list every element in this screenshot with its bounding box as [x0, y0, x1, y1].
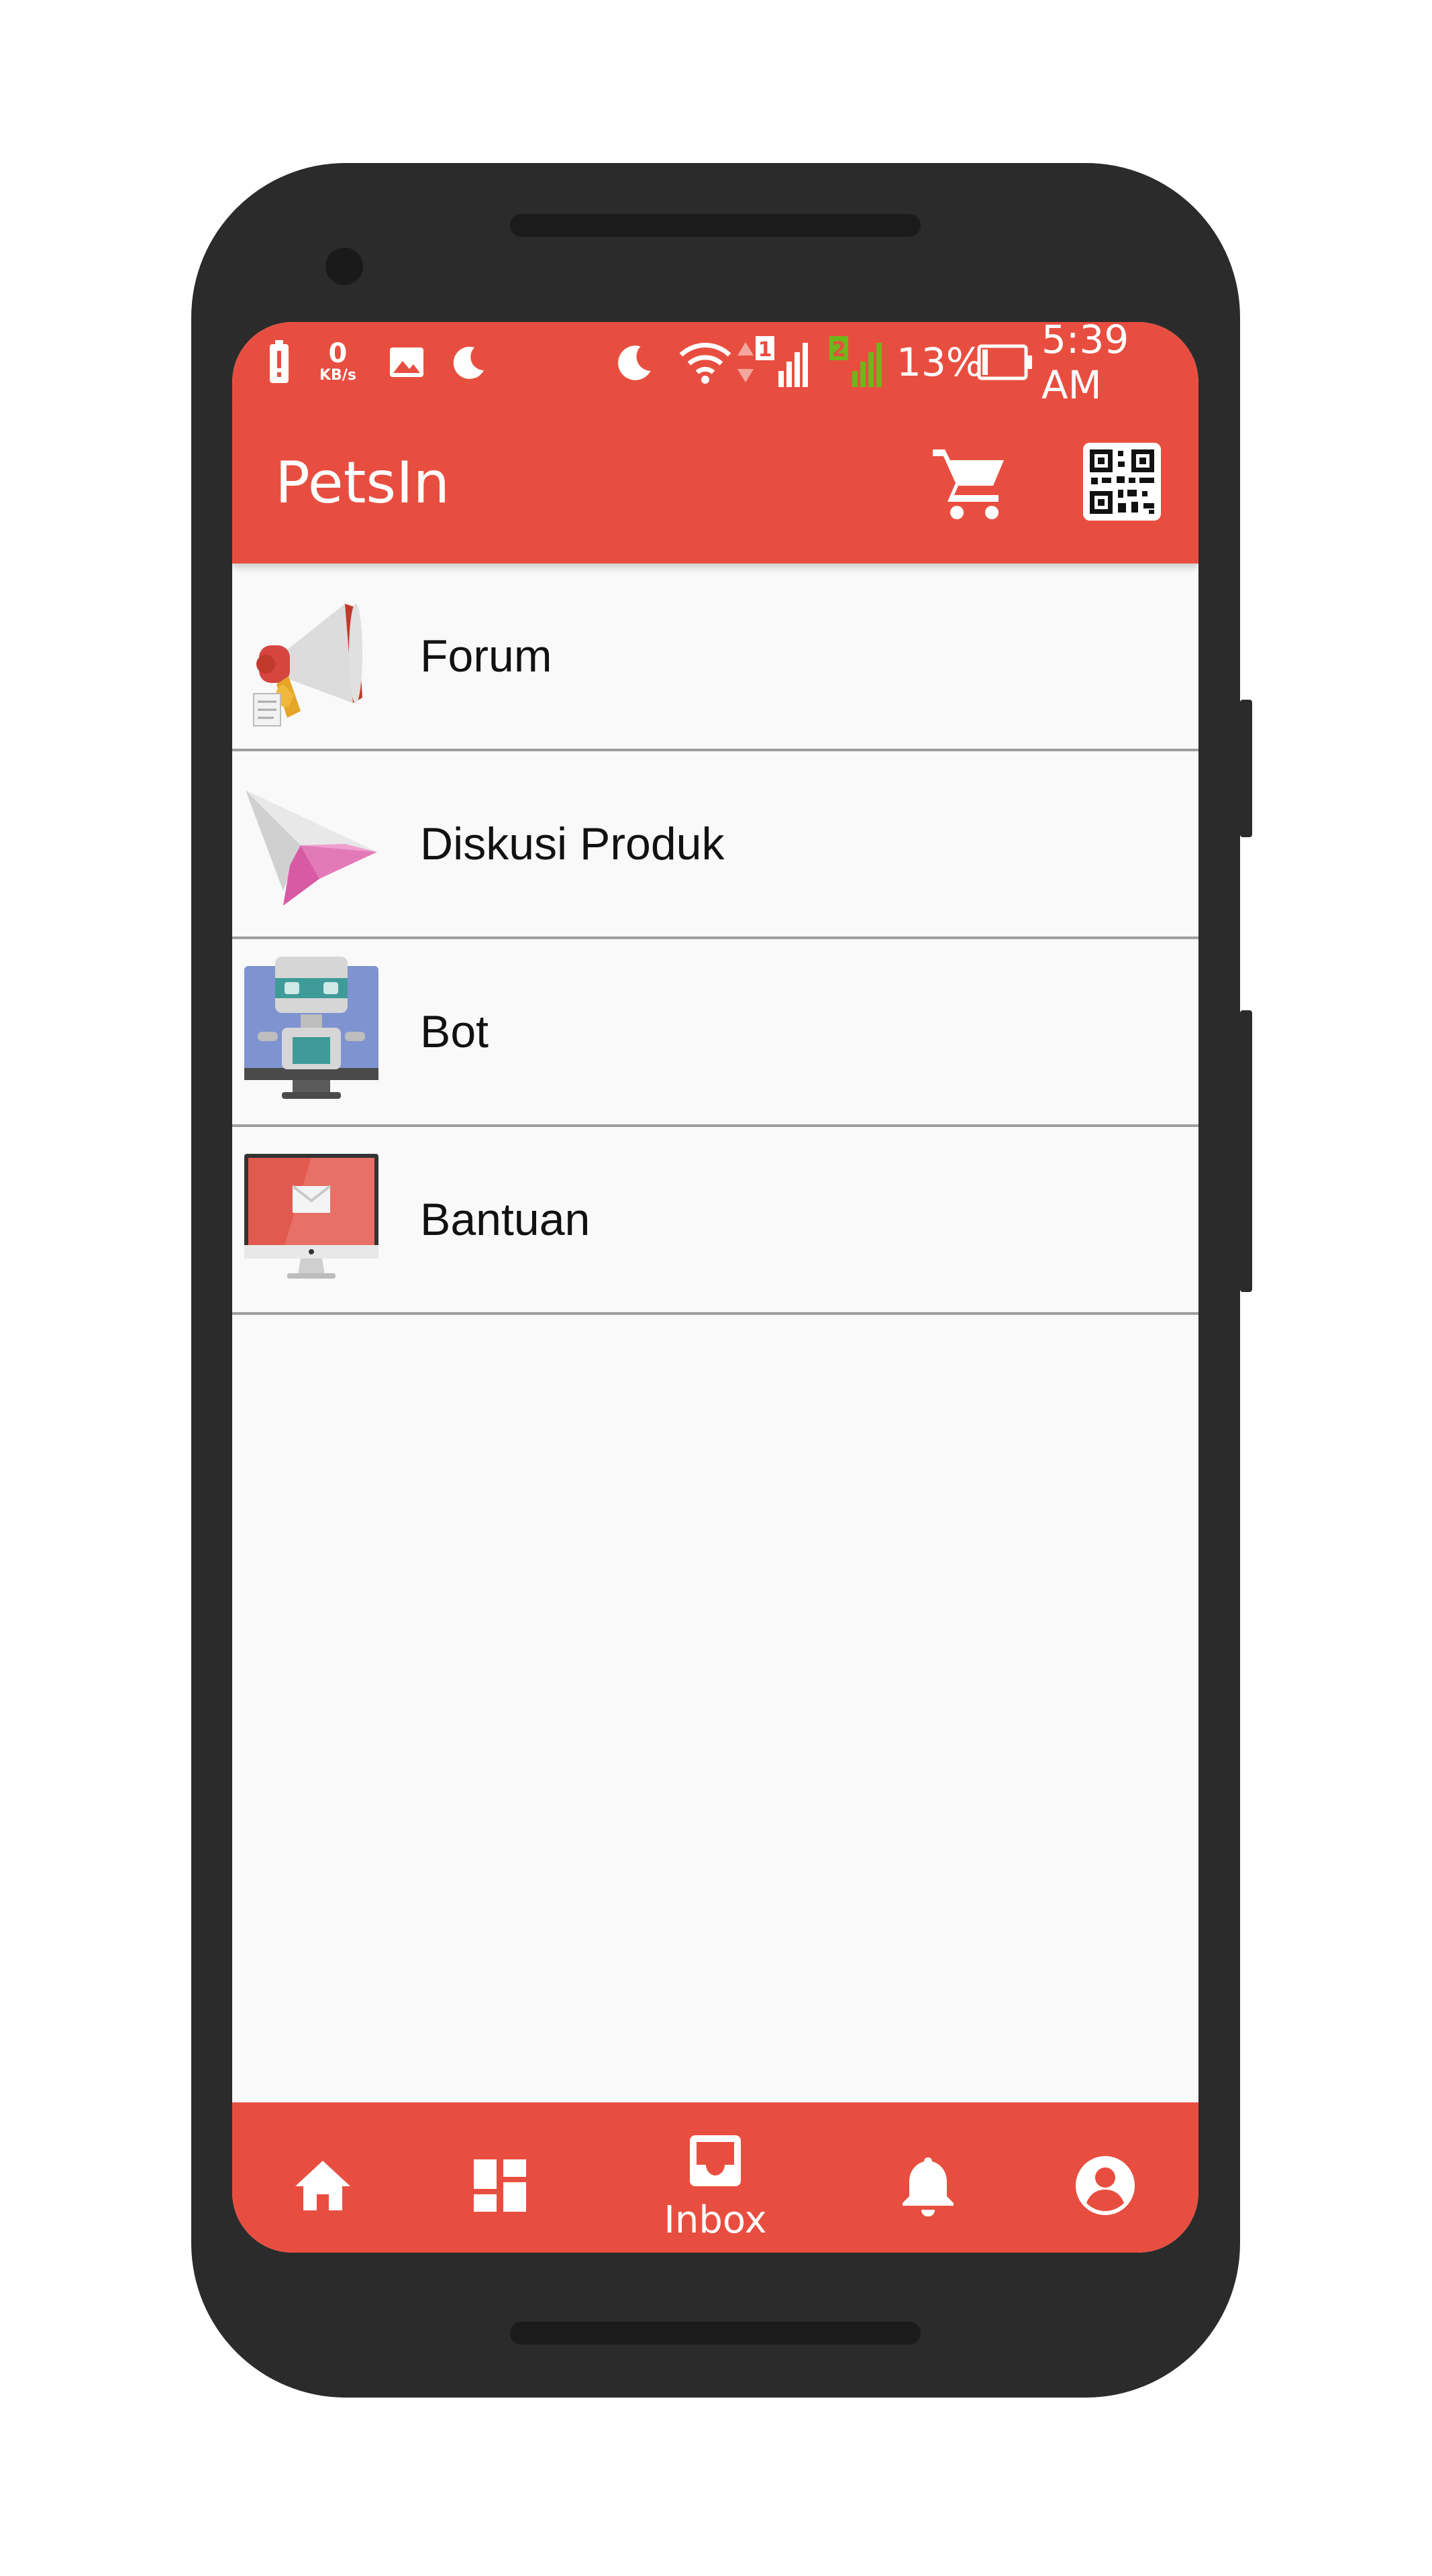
home-icon	[293, 2155, 353, 2218]
nav-dashboard[interactable]	[456, 2102, 544, 2253]
phone-frame: 0 KB/s 1 2 13% 5:39 AM PetsIn Forum Disk…	[191, 163, 1252, 2398]
phone-bottom-speaker	[510, 2322, 921, 2345]
moon-icon	[450, 322, 488, 402]
list-item-label: Forum	[420, 631, 552, 682]
battery-alert-icon	[266, 322, 293, 402]
list-item-forum[interactable]: Forum	[232, 564, 1198, 751]
network-speed-unit: KB/s	[319, 367, 356, 384]
nav-notifications[interactable]	[884, 2102, 972, 2253]
bell-icon	[900, 2153, 956, 2220]
image-icon	[388, 322, 425, 402]
signal-sim2-icon: 2	[829, 322, 883, 402]
list-item-diskusi-produk[interactable]: Diskusi Produk	[232, 751, 1198, 939]
nav-account[interactable]	[1062, 2102, 1149, 2253]
network-speed-value: 0	[328, 338, 348, 369]
battery-percent: 13%	[897, 339, 983, 385]
cart-button[interactable]	[926, 440, 1012, 526]
signal-sim1-icon: 1	[756, 322, 809, 402]
moon-icon	[615, 322, 655, 402]
clock: 5:39 AM	[1041, 322, 1129, 408]
phone-screen: 0 KB/s 1 2 13% 5:39 AM PetsIn Forum Disk…	[232, 322, 1198, 2253]
shopping-cart-icon	[929, 441, 1009, 525]
phone-front-camera	[325, 248, 363, 285]
wifi-icon	[678, 322, 732, 402]
nav-inbox-label: Inbox	[664, 2198, 767, 2242]
nav-inbox[interactable]: Inbox	[642, 2102, 789, 2253]
list-item-bantuan[interactable]: Bantuan	[232, 1127, 1198, 1315]
app-title: PetsIn	[275, 449, 450, 517]
inbox-list: Forum Diskusi Produk Bot Bantuan	[232, 564, 1198, 1315]
paper-plane-icon	[244, 765, 378, 919]
status-bar: 0 KB/s 1 2 13% 5:39 AM	[232, 322, 1198, 408]
monitor-mail-icon	[244, 1140, 378, 1295]
nav-home[interactable]	[279, 2102, 366, 2253]
battery-icon	[977, 322, 1033, 402]
bottom-navigation: Inbox	[232, 2102, 1198, 2253]
qr-code-icon	[1083, 443, 1161, 523]
app-toolbar: PetsIn	[232, 402, 1198, 564]
sim2-label: 2	[832, 338, 846, 362]
network-speed: 0 KB/s	[319, 322, 356, 402]
sim1-label: 1	[758, 338, 772, 362]
phone-side-button-volume	[1240, 1010, 1252, 1292]
phone-side-button-top	[1240, 700, 1252, 837]
phone-top-speaker	[510, 214, 921, 237]
megaphone-icon	[244, 577, 378, 731]
account-icon	[1074, 2155, 1136, 2219]
list-item-bot[interactable]: Bot	[232, 939, 1198, 1127]
dashboard-icon	[471, 2157, 529, 2217]
qr-scan-button[interactable]	[1079, 440, 1165, 526]
list-item-label: Bantuan	[420, 1194, 591, 1245]
data-transfer-icon	[735, 322, 756, 402]
robot-icon	[244, 953, 378, 1107]
inbox-icon	[687, 2133, 744, 2192]
list-item-label: Bot	[420, 1006, 489, 1057]
list-item-label: Diskusi Produk	[420, 818, 725, 869]
